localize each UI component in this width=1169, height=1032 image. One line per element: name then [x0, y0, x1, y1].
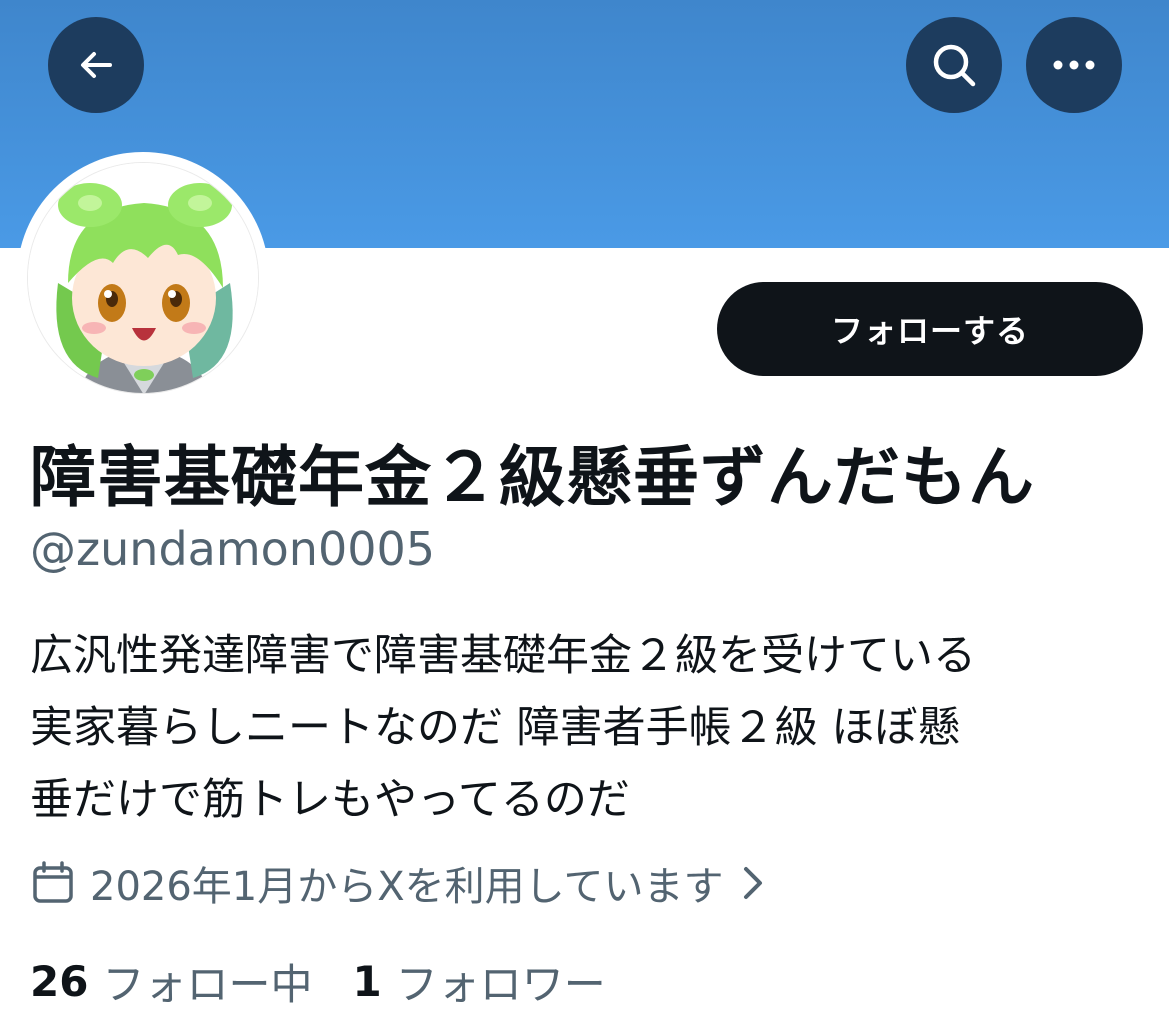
calendar-icon	[30, 860, 76, 906]
bio-line: 実家暮らしニートなのだ 障害者手帳２級 ほぼ懸	[30, 703, 961, 753]
back-button[interactable]	[48, 17, 144, 113]
followers-label: フォロワー	[395, 959, 606, 1009]
more-horizontal-icon	[1053, 60, 1095, 70]
following-link[interactable]: 26 フォロー中	[30, 951, 312, 1012]
profile-avatar[interactable]	[17, 152, 269, 404]
bio-line: 垂だけで筋トレもやってるのだ	[30, 775, 630, 825]
chevron-right-icon	[741, 864, 765, 902]
search-button[interactable]	[906, 17, 1002, 113]
avatar-image	[27, 162, 259, 394]
arrow-left-icon	[81, 52, 112, 78]
follow-button[interactable]: フォローする	[717, 282, 1143, 376]
following-count: 26	[30, 956, 89, 1006]
bio-line: 広汎性発達障害で障害基礎年金２級を受けている	[30, 631, 976, 681]
followers-count: 1	[352, 956, 382, 1006]
following-label: フォロー中	[102, 959, 313, 1009]
user-handle: @zundamon0005	[30, 522, 436, 576]
follow-stats: 26 フォロー中 1 フォロワー	[30, 950, 646, 1012]
display-name: 障害基礎年金２級懸垂ずんだもん	[30, 439, 1035, 516]
profile-bio: 広汎性発達障害で障害基礎年金２級を受けている 実家暮らしニートなのだ 障害者手帳…	[30, 620, 1140, 836]
character-avatar-icon	[28, 163, 258, 393]
joined-text: 2026年1月からXを利用しています	[90, 864, 724, 910]
followers-link[interactable]: 1 フォロワー	[352, 951, 605, 1012]
more-options-button[interactable]	[1026, 17, 1122, 113]
joined-date-link[interactable]: 2026年1月からXを利用しています	[30, 852, 765, 914]
search-icon	[933, 44, 976, 87]
